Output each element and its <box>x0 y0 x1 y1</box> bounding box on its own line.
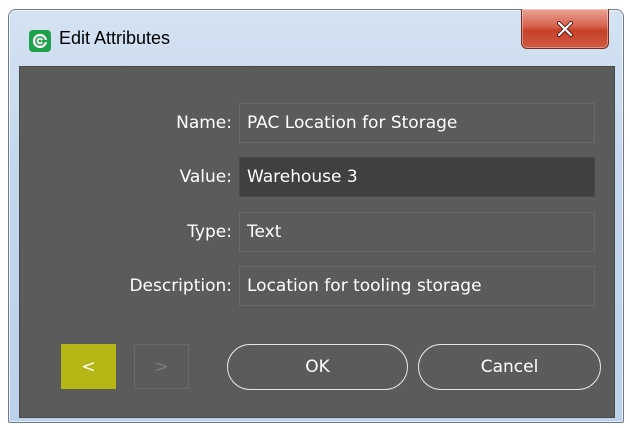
value-field[interactable]: Warehouse 3 <box>239 157 595 197</box>
title-bar[interactable]: Edit Attributes <box>9 9 623 66</box>
previous-button[interactable]: < <box>61 344 116 389</box>
cancel-button[interactable]: Cancel <box>418 344 601 390</box>
dialog-window: Edit Attributes Name: PAC Location for S… <box>8 9 624 423</box>
description-label: Description: <box>129 276 232 296</box>
name-field[interactable]: PAC Location for Storage <box>239 103 595 143</box>
value-label: Value: <box>179 167 232 187</box>
window-title: Edit Attributes <box>59 28 171 48</box>
name-label: Name: <box>176 113 232 133</box>
description-field[interactable]: Location for tooling storage <box>239 266 595 306</box>
dialog-content: Name: PAC Location for Storage Value: Wa… <box>19 66 615 418</box>
next-button[interactable]: > <box>134 344 189 389</box>
close-button[interactable] <box>521 9 609 49</box>
app-logo-icon <box>29 30 51 52</box>
ok-button[interactable]: OK <box>227 344 408 390</box>
type-field[interactable]: Text <box>239 212 595 252</box>
close-icon <box>557 20 573 37</box>
type-label: Type: <box>187 222 232 242</box>
